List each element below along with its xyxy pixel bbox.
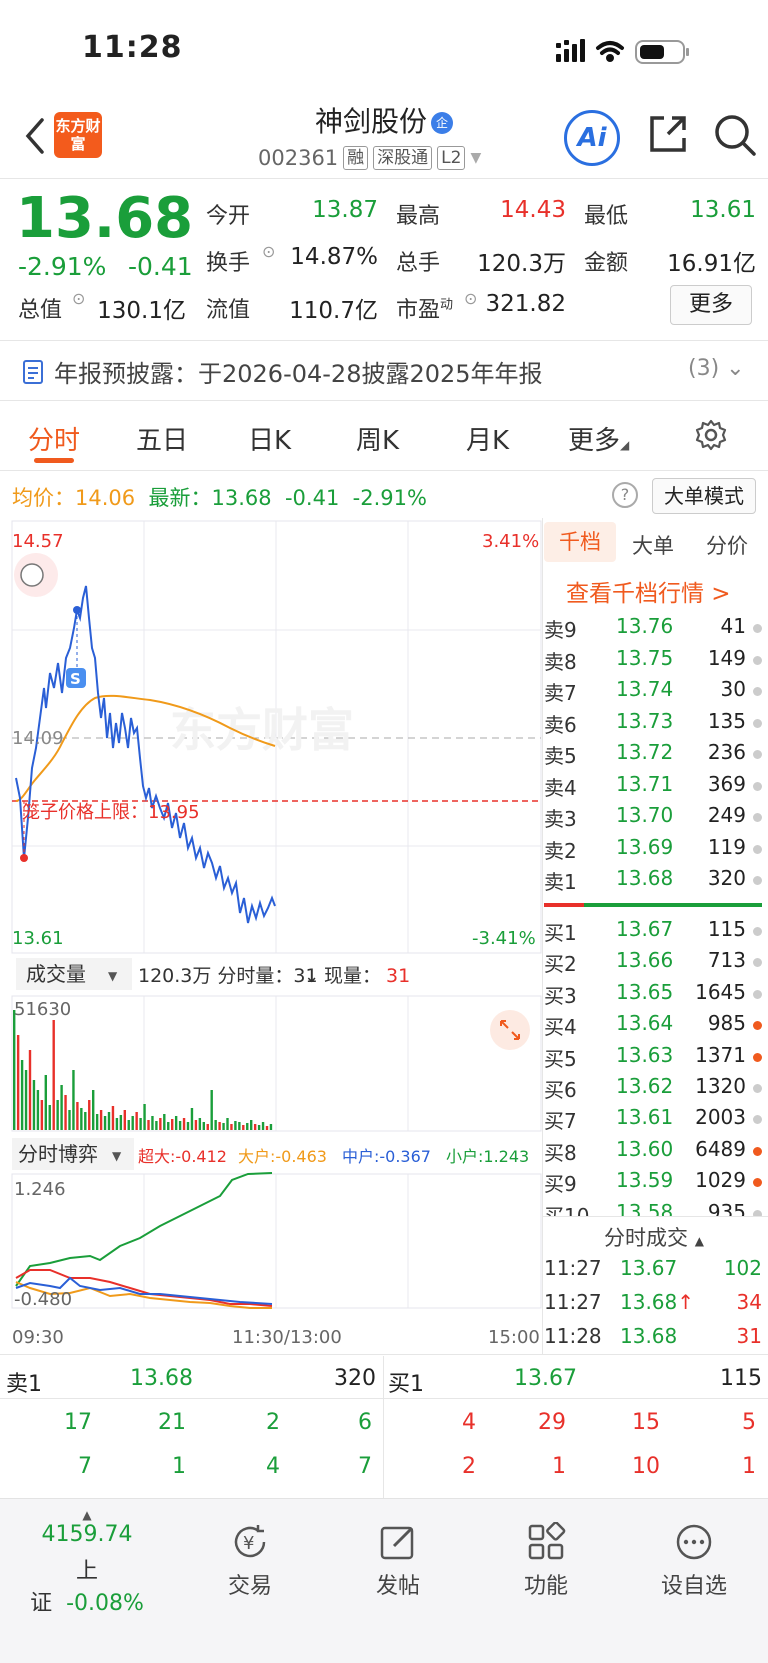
bid-price: 13.58 bbox=[616, 1199, 674, 1216]
bid-price: 13.59 bbox=[616, 1168, 674, 1193]
tick-price: 13.68↑ bbox=[620, 1290, 695, 1314]
bid-price: 13.61 bbox=[616, 1105, 674, 1130]
nav-functions[interactable]: 功能 bbox=[486, 1522, 606, 1600]
bottom-ask-vol: 320 bbox=[334, 1366, 376, 1391]
bid-queue-cell: 15 bbox=[632, 1410, 660, 1435]
bid-level-label: 买1 bbox=[544, 921, 577, 945]
tick-volume: 31 bbox=[736, 1324, 762, 1348]
ask-queue-cell: 7 bbox=[358, 1454, 372, 1479]
grid-icon bbox=[528, 1522, 566, 1560]
svg-text:¥: ¥ bbox=[243, 1533, 254, 1554]
bid-price: 13.62 bbox=[616, 1074, 674, 1098]
index-line: 上证 -0.08% bbox=[30, 1559, 144, 1616]
bid-volume: 1371 bbox=[695, 1042, 746, 1067]
bid-row[interactable]: 买8 13.60 6489 bbox=[544, 1137, 764, 1167]
bid-level-label: 买5 bbox=[544, 1046, 577, 1071]
bid-level-label: 买3 bbox=[544, 983, 577, 1008]
yuan-refresh-icon: ¥ bbox=[234, 1525, 266, 1558]
bid-level-label: 买9 bbox=[544, 1172, 577, 1197]
order-dot-icon bbox=[753, 1052, 762, 1062]
bid-queue-cell: 2 bbox=[462, 1454, 476, 1479]
bid-volume: 935 bbox=[707, 1199, 746, 1216]
order-dot-icon bbox=[753, 989, 762, 999]
bid-level-label: 买2 bbox=[544, 952, 577, 977]
bid-price: 13.63 bbox=[616, 1042, 674, 1067]
bottom-bid-vol: 115 bbox=[720, 1366, 762, 1391]
nav-post[interactable]: 发帖 bbox=[338, 1522, 458, 1600]
bid-level-label: 买7 bbox=[544, 1109, 577, 1134]
bid-row[interactable]: 买6 13.62 1320 bbox=[544, 1074, 764, 1104]
tick-price: 13.67 bbox=[620, 1256, 678, 1280]
bid-volume: 1320 bbox=[695, 1074, 746, 1098]
tick-time: 11:28 bbox=[544, 1324, 602, 1348]
bid-volume: 6489 bbox=[695, 1136, 746, 1161]
tick-price: 13.68 bbox=[620, 1324, 678, 1348]
bid-level-label: 买4 bbox=[544, 1015, 577, 1040]
order-dot-icon bbox=[753, 1146, 762, 1156]
more-icon bbox=[676, 1524, 712, 1560]
bid-queue-cell: 5 bbox=[742, 1410, 756, 1435]
index-value: 4159.74 bbox=[41, 1522, 133, 1547]
bid-row[interactable]: 买5 13.63 1371 bbox=[544, 1043, 764, 1073]
flow-min-label: -0.480 bbox=[14, 1289, 72, 1310]
bid-queue-cell: 1 bbox=[742, 1454, 756, 1479]
order-dot-icon bbox=[753, 1178, 762, 1188]
ask-queue-cell: 6 bbox=[358, 1410, 372, 1435]
ask-queue-cell: 7 bbox=[78, 1454, 92, 1479]
bid-row[interactable]: 买4 13.64 985 bbox=[544, 1011, 764, 1041]
bid-volume: 2003 bbox=[695, 1105, 746, 1130]
bid-level-label: 买6 bbox=[544, 1078, 577, 1102]
bid-price: 13.65 bbox=[616, 979, 674, 1004]
time-start-label: 09:30 bbox=[12, 1327, 64, 1348]
time-mid-label: 11:30/13:00 bbox=[232, 1327, 342, 1348]
caret-up-icon: ▲ bbox=[694, 1234, 704, 1248]
bid-row[interactable]: 买3 13.65 1645 bbox=[544, 980, 764, 1010]
bottom-ask-price: 13.68 bbox=[130, 1366, 193, 1391]
ask-queue-cell: 4 bbox=[266, 1454, 280, 1479]
bottom-bid-label: 买1 bbox=[388, 1372, 424, 1397]
bid-row[interactable]: 买7 13.61 2003 bbox=[544, 1105, 764, 1135]
bid-price: 13.64 bbox=[616, 1011, 674, 1036]
index-widget[interactable]: ▲ 4159.74 上证 -0.08% bbox=[22, 1508, 152, 1617]
nav-add-watchlist[interactable]: 设自选 bbox=[634, 1522, 754, 1600]
tick-volume: 34 bbox=[736, 1290, 762, 1314]
tick-volume: 102 bbox=[723, 1256, 762, 1280]
bid-price: 13.60 bbox=[616, 1136, 674, 1161]
bid-queue-cell: 10 bbox=[632, 1454, 660, 1479]
bid-row[interactable]: 买10 13.58 935 bbox=[544, 1200, 764, 1216]
order-dot-icon bbox=[753, 927, 762, 936]
bid-price: 13.67 bbox=[616, 917, 674, 941]
edit-icon bbox=[380, 1526, 414, 1560]
ask-queue-cell: 2 bbox=[266, 1410, 280, 1435]
bid-queue-cell: 29 bbox=[538, 1410, 566, 1435]
bottom-ask-label: 卖1 bbox=[6, 1372, 42, 1397]
ticks-title[interactable]: 分时成交 ▲ bbox=[604, 1222, 704, 1252]
order-dot-icon bbox=[753, 1021, 762, 1031]
bid-volume: 115 bbox=[707, 917, 746, 941]
tick-time: 11:27 bbox=[544, 1290, 602, 1314]
bid-queue-cell: 1 bbox=[552, 1454, 566, 1479]
bid-level-label: 买10 bbox=[544, 1203, 590, 1216]
bid-row[interactable]: 买1 13.67 115 bbox=[544, 917, 764, 947]
bid-volume: 985 bbox=[707, 1011, 746, 1036]
bottom-bid-price: 13.67 bbox=[514, 1366, 577, 1391]
bid-row[interactable]: 买2 13.66 713 bbox=[544, 948, 764, 978]
ask-queue-cell: 21 bbox=[158, 1410, 186, 1435]
time-end-label: 15:00 bbox=[488, 1327, 540, 1348]
bid-volume: 713 bbox=[707, 948, 746, 973]
order-dot-icon bbox=[753, 1084, 762, 1093]
tick-time: 11:27 bbox=[544, 1256, 602, 1280]
bid-price: 13.66 bbox=[616, 948, 674, 973]
bid-volume: 1029 bbox=[695, 1168, 746, 1193]
bid-queue-cell: 4 bbox=[462, 1410, 476, 1435]
bid-volume: 1645 bbox=[695, 979, 746, 1004]
order-dot-icon bbox=[753, 1115, 762, 1125]
ask-queue-cell: 17 bbox=[64, 1410, 92, 1435]
order-dot-icon bbox=[753, 958, 762, 968]
ask-queue-cell: 1 bbox=[172, 1454, 186, 1479]
caret-up-icon: ▲ bbox=[82, 1508, 92, 1522]
bid-row[interactable]: 买9 13.59 1029 bbox=[544, 1168, 764, 1198]
nav-trade[interactable]: ¥ 交易 bbox=[190, 1522, 310, 1600]
bid-level-label: 买8 bbox=[544, 1140, 577, 1165]
